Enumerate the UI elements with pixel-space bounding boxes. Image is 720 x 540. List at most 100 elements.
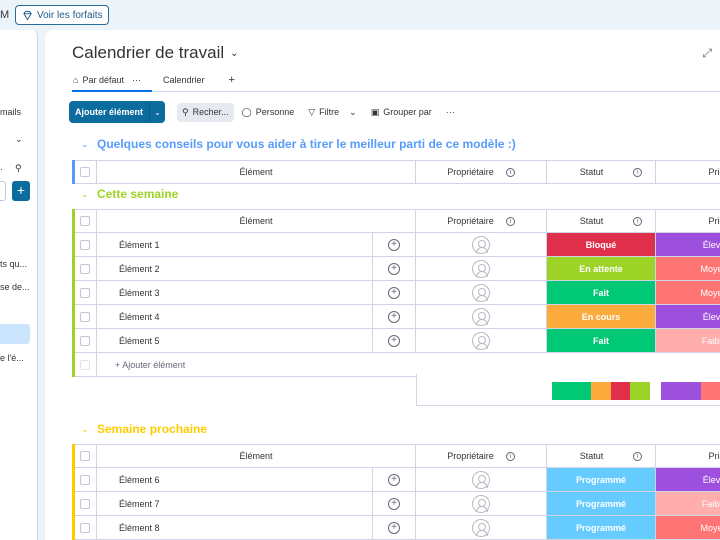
cell-item[interactable]: Élément 7 <box>97 492 373 516</box>
group-by-button[interactable]: ▣ Grouper par <box>371 107 432 118</box>
column-header-owner[interactable]: Propriétaire <box>447 167 494 177</box>
info-icon[interactable]: i <box>505 451 515 461</box>
column-header-priority[interactable]: Priorit <box>708 167 720 177</box>
chevron-down-icon[interactable]: ⌄ <box>349 107 357 118</box>
info-icon[interactable]: i <box>505 167 515 177</box>
person-avatar-icon[interactable] <box>472 470 490 489</box>
cell-chat[interactable]: + <box>373 492 416 516</box>
person-avatar-icon[interactable] <box>472 331 490 350</box>
person-avatar-icon[interactable] <box>472 259 490 278</box>
item-name[interactable]: Élément 8 <box>119 523 160 533</box>
cell-chat[interactable]: + <box>373 468 416 492</box>
info-icon[interactable]: i <box>633 451 643 461</box>
row-checkbox[interactable] <box>79 335 90 346</box>
column-header-item[interactable]: Élément <box>239 451 272 461</box>
item-name[interactable]: Élément 2 <box>119 264 160 274</box>
person-avatar-icon[interactable] <box>472 518 490 537</box>
person-avatar-icon[interactable] <box>472 235 490 254</box>
row-checkbox[interactable] <box>79 522 90 533</box>
filter-button[interactable]: ▽ Filtre ⌄ <box>308 107 356 118</box>
add-item-dropdown[interactable]: ⌄ <box>149 101 166 123</box>
info-icon[interactable]: i <box>633 167 643 177</box>
item-name[interactable]: Élément 1 <box>119 240 160 250</box>
person-avatar-icon[interactable] <box>472 283 490 302</box>
chevron-down-icon[interactable]: ⌄ <box>81 424 89 435</box>
info-icon[interactable]: i <box>505 216 515 226</box>
cell-item[interactable]: Élément 2 <box>97 257 373 281</box>
info-icon[interactable]: i <box>633 216 643 226</box>
add-view-icon[interactable]: + <box>229 74 235 86</box>
add-item-cell[interactable]: + Ajouter élément <box>97 353 416 377</box>
cell-owner[interactable] <box>416 329 547 353</box>
item-name[interactable]: Élément 4 <box>119 312 160 322</box>
side-text-1[interactable]: mails <box>0 107 21 117</box>
row-checkbox[interactable] <box>79 263 90 274</box>
person-avatar-icon[interactable] <box>472 307 490 326</box>
add-update-icon[interactable]: + <box>388 238 400 251</box>
status-cell[interactable]: Fait <box>547 329 656 353</box>
group-title[interactable]: Semaine prochaine <box>97 422 207 436</box>
cell-owner[interactable] <box>416 516 547 540</box>
person-filter-button[interactable]: ◯ Personne <box>242 107 295 118</box>
add-item-label[interactable]: + Ajouter élément <box>115 360 185 370</box>
add-update-icon[interactable]: + <box>388 334 400 347</box>
search-icon[interactable]: ⚲ <box>15 163 22 174</box>
cell-item[interactable]: Élément 3 <box>97 281 373 305</box>
select-all-checkbox[interactable] <box>79 216 90 226</box>
more-icon[interactable]: ··· <box>132 75 141 85</box>
add-item-button[interactable]: Ajouter élément <box>69 101 150 123</box>
add-update-icon[interactable]: + <box>388 521 400 534</box>
column-header-item[interactable]: Élément <box>239 216 272 226</box>
select-all-checkbox[interactable] <box>79 167 90 177</box>
person-avatar-icon[interactable] <box>472 494 490 513</box>
table-row[interactable]: Élément 7 + Programmé Faible <box>73 492 720 516</box>
priority-cell[interactable]: Moyen <box>656 257 720 281</box>
cell-chat[interactable]: + <box>373 516 416 540</box>
column-header-priority[interactable]: Priorit <box>708 451 720 461</box>
group-title[interactable]: Quelques conseils pour vous aider à tire… <box>97 137 516 151</box>
side-text-3[interactable]: se de... <box>0 282 30 292</box>
priority-cell[interactable]: Élevé <box>656 233 720 257</box>
item-name[interactable]: Élément 3 <box>119 288 160 298</box>
cell-chat[interactable]: + <box>373 257 416 281</box>
view-plans-button[interactable]: Voir les forfaits <box>15 5 109 25</box>
row-checkbox[interactable] <box>79 311 90 322</box>
side-search-field[interactable] <box>0 181 6 201</box>
add-update-icon[interactable]: + <box>388 473 400 486</box>
priority-cell[interactable]: Faible <box>656 492 720 516</box>
item-name[interactable]: Élément 6 <box>119 475 160 485</box>
cell-chat[interactable]: + <box>373 233 416 257</box>
cell-owner[interactable] <box>416 233 547 257</box>
status-cell[interactable]: Bloqué <box>547 233 656 257</box>
cell-owner[interactable] <box>416 281 547 305</box>
column-header-owner[interactable]: Propriétaire <box>447 451 494 461</box>
table-row[interactable]: Élément 5 + Fait Faible <box>73 329 720 353</box>
add-update-icon[interactable]: + <box>388 310 400 323</box>
add-update-icon[interactable]: + <box>388 497 400 510</box>
add-item-row[interactable]: + Ajouter élément <box>73 353 416 377</box>
table-row[interactable]: Élément 6 + Programmé Élevé <box>73 468 720 492</box>
cell-chat[interactable]: + <box>373 305 416 329</box>
item-name[interactable]: Élément 5 <box>119 336 160 346</box>
side-active-item[interactable] <box>0 324 30 344</box>
status-cell[interactable]: En attente <box>547 257 656 281</box>
status-cell[interactable]: En cours <box>547 305 656 329</box>
priority-cell[interactable]: Moyen <box>656 516 720 540</box>
add-update-icon[interactable]: + <box>388 262 400 275</box>
cell-owner[interactable] <box>416 257 547 281</box>
cell-owner[interactable] <box>416 305 547 329</box>
add-update-icon[interactable]: + <box>388 286 400 299</box>
item-name[interactable]: Élément 7 <box>119 499 160 509</box>
column-header-item[interactable]: Élément <box>239 167 272 177</box>
priority-cell[interactable]: Élevé <box>656 305 720 329</box>
cell-item[interactable]: Élément 4 <box>97 305 373 329</box>
cell-owner[interactable] <box>416 492 547 516</box>
add-board-button[interactable]: + <box>12 181 30 201</box>
status-cell[interactable]: Programmé <box>547 516 656 540</box>
pin-icon[interactable]: ⤢ <box>702 46 712 61</box>
cell-chat[interactable]: + <box>373 329 416 353</box>
row-checkbox[interactable] <box>79 498 90 509</box>
column-header-owner[interactable]: Propriétaire <box>447 216 494 226</box>
table-row[interactable]: Élément 4 + En cours Élevé <box>73 305 720 329</box>
cell-item[interactable]: Élément 6 <box>97 468 373 492</box>
